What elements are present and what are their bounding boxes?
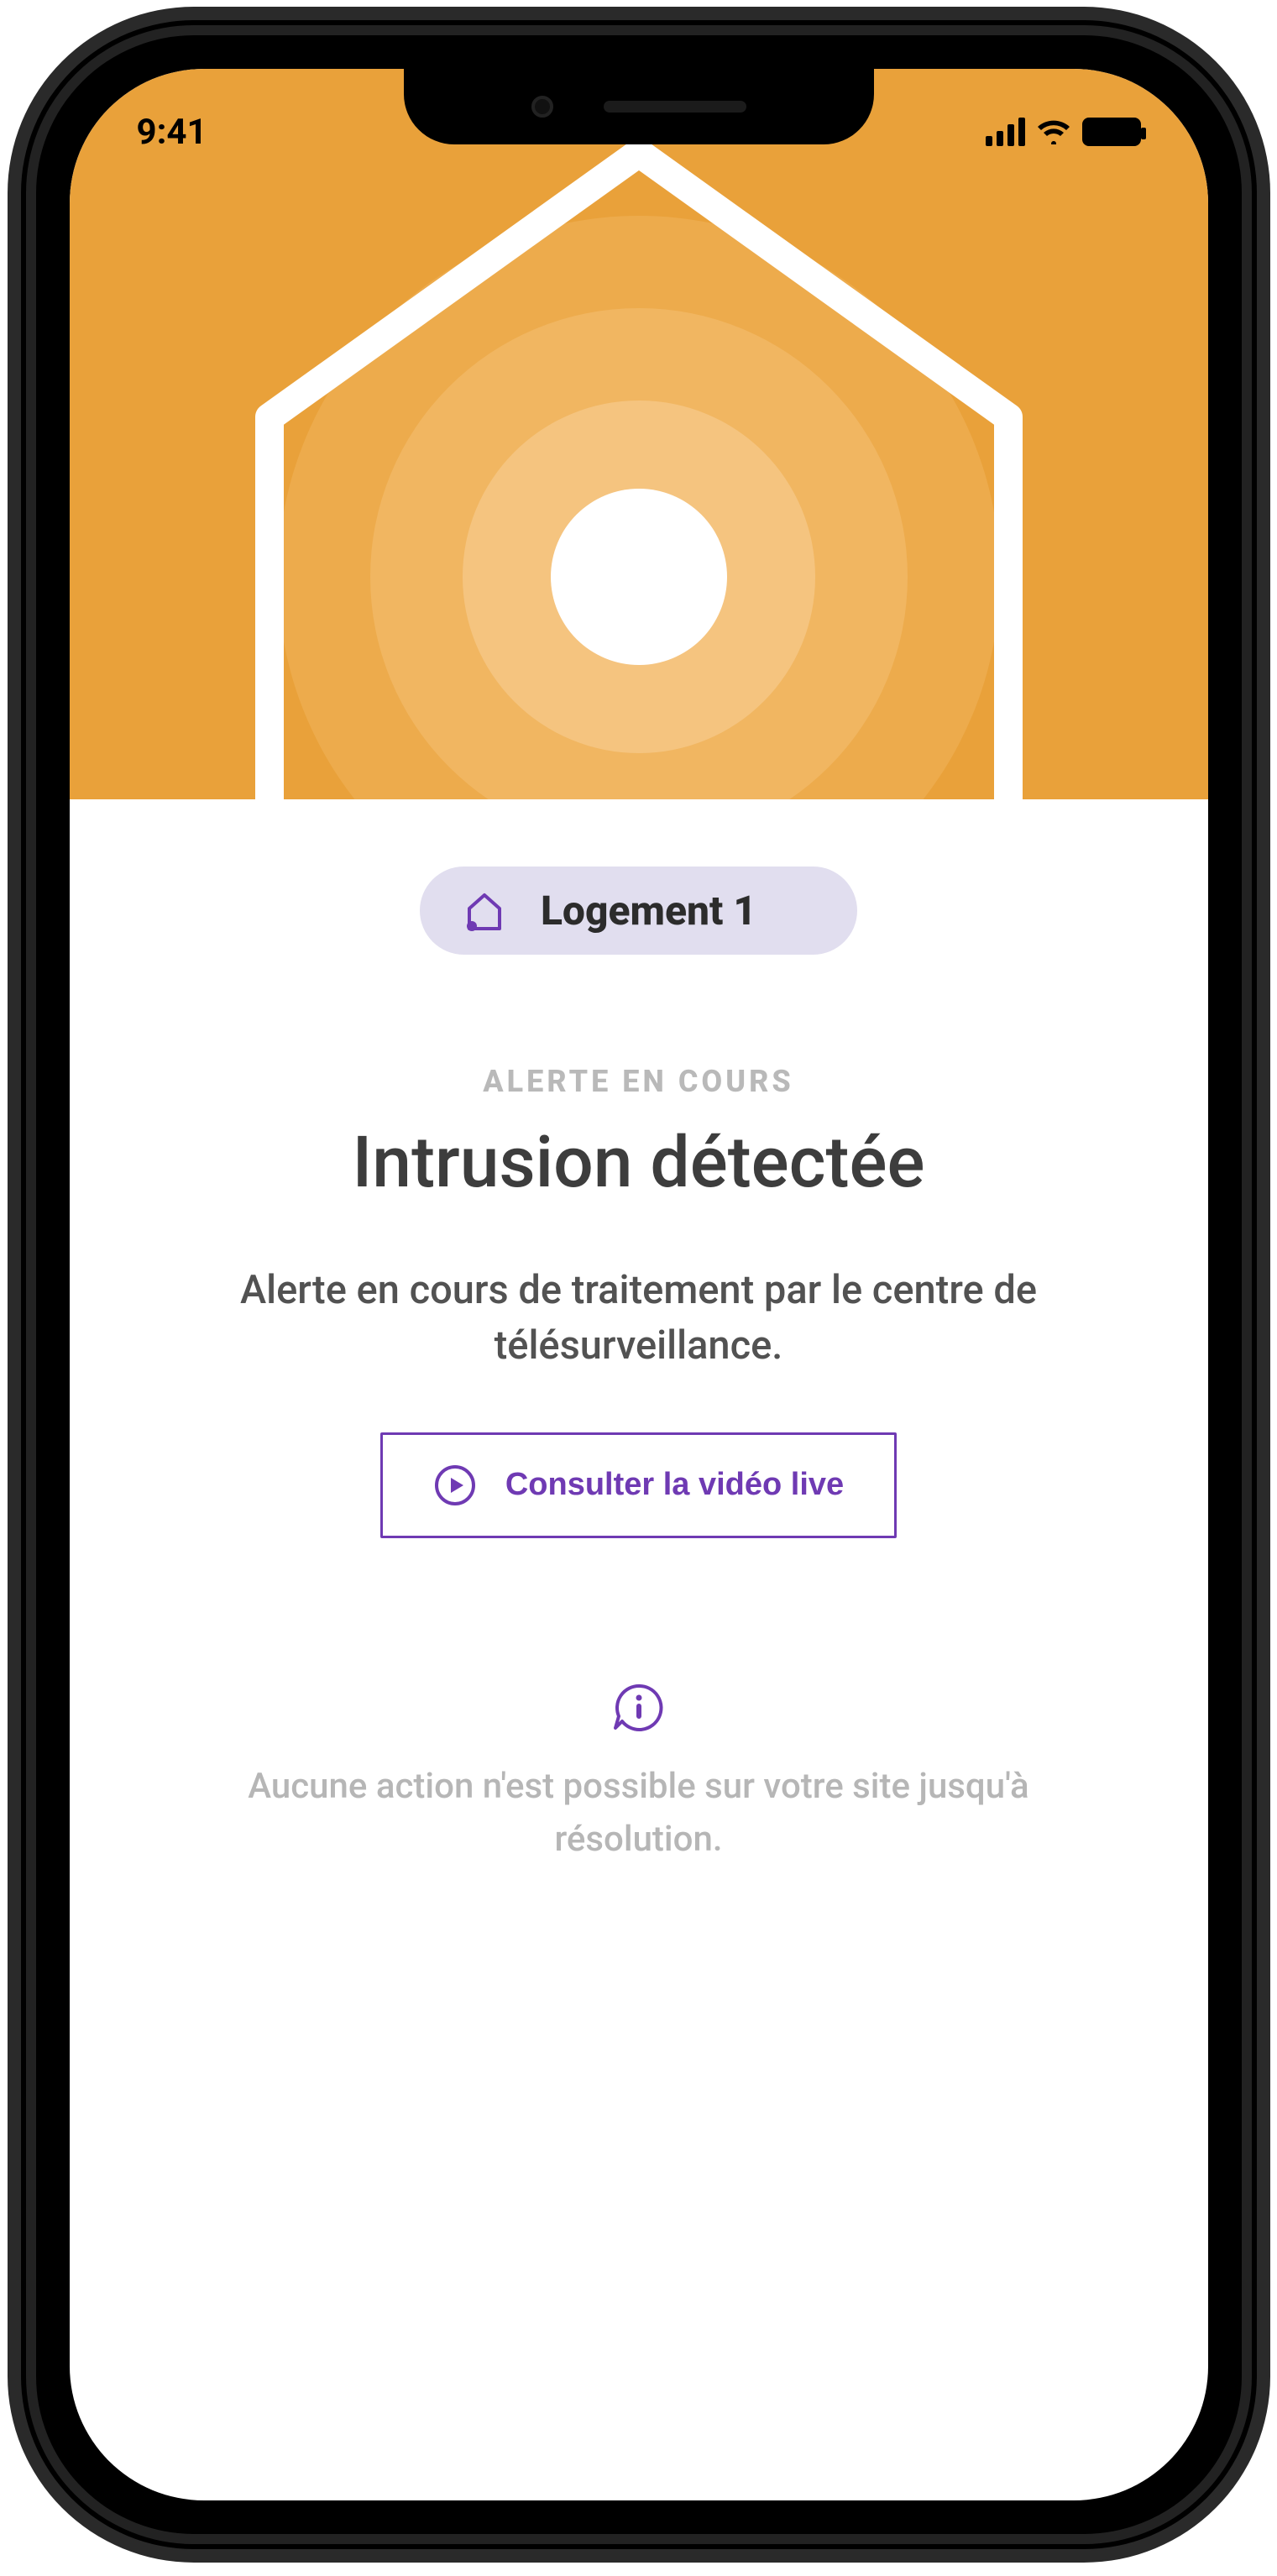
content-area: Logement 1 ALERTE EN COURS Intrusion dét… bbox=[70, 799, 1208, 1866]
battery-icon bbox=[1082, 118, 1141, 146]
phone-frame: 9:41 bbox=[26, 25, 1252, 2544]
play-icon bbox=[433, 1463, 477, 1507]
app-screen: 9:41 bbox=[70, 69, 1208, 2500]
info-block: Aucune action n'est possible sur votre s… bbox=[154, 1681, 1124, 1866]
location-chip[interactable]: Logement 1 bbox=[420, 867, 857, 955]
status-indicators bbox=[986, 118, 1141, 146]
cta-label: Consulter la vidéo live bbox=[505, 1467, 844, 1503]
alert-title: Intrusion détectée bbox=[154, 1121, 1124, 1204]
house-icon bbox=[462, 888, 507, 934]
location-chip-label: Logement 1 bbox=[541, 887, 756, 935]
info-text: Aucune action n'est possible sur votre s… bbox=[154, 1760, 1124, 1866]
wifi-icon bbox=[1037, 119, 1070, 144]
phone-notch bbox=[404, 69, 874, 144]
alert-description: Alerte en cours de traitement par le cen… bbox=[154, 1263, 1124, 1374]
clock: 9:41 bbox=[137, 112, 207, 153]
alert-eyebrow: ALERTE EN COURS bbox=[154, 1064, 1124, 1099]
info-bubble-icon bbox=[612, 1681, 666, 1735]
cellular-signal-icon bbox=[986, 118, 1025, 146]
view-live-video-button[interactable]: Consulter la vidéo live bbox=[380, 1432, 897, 1538]
